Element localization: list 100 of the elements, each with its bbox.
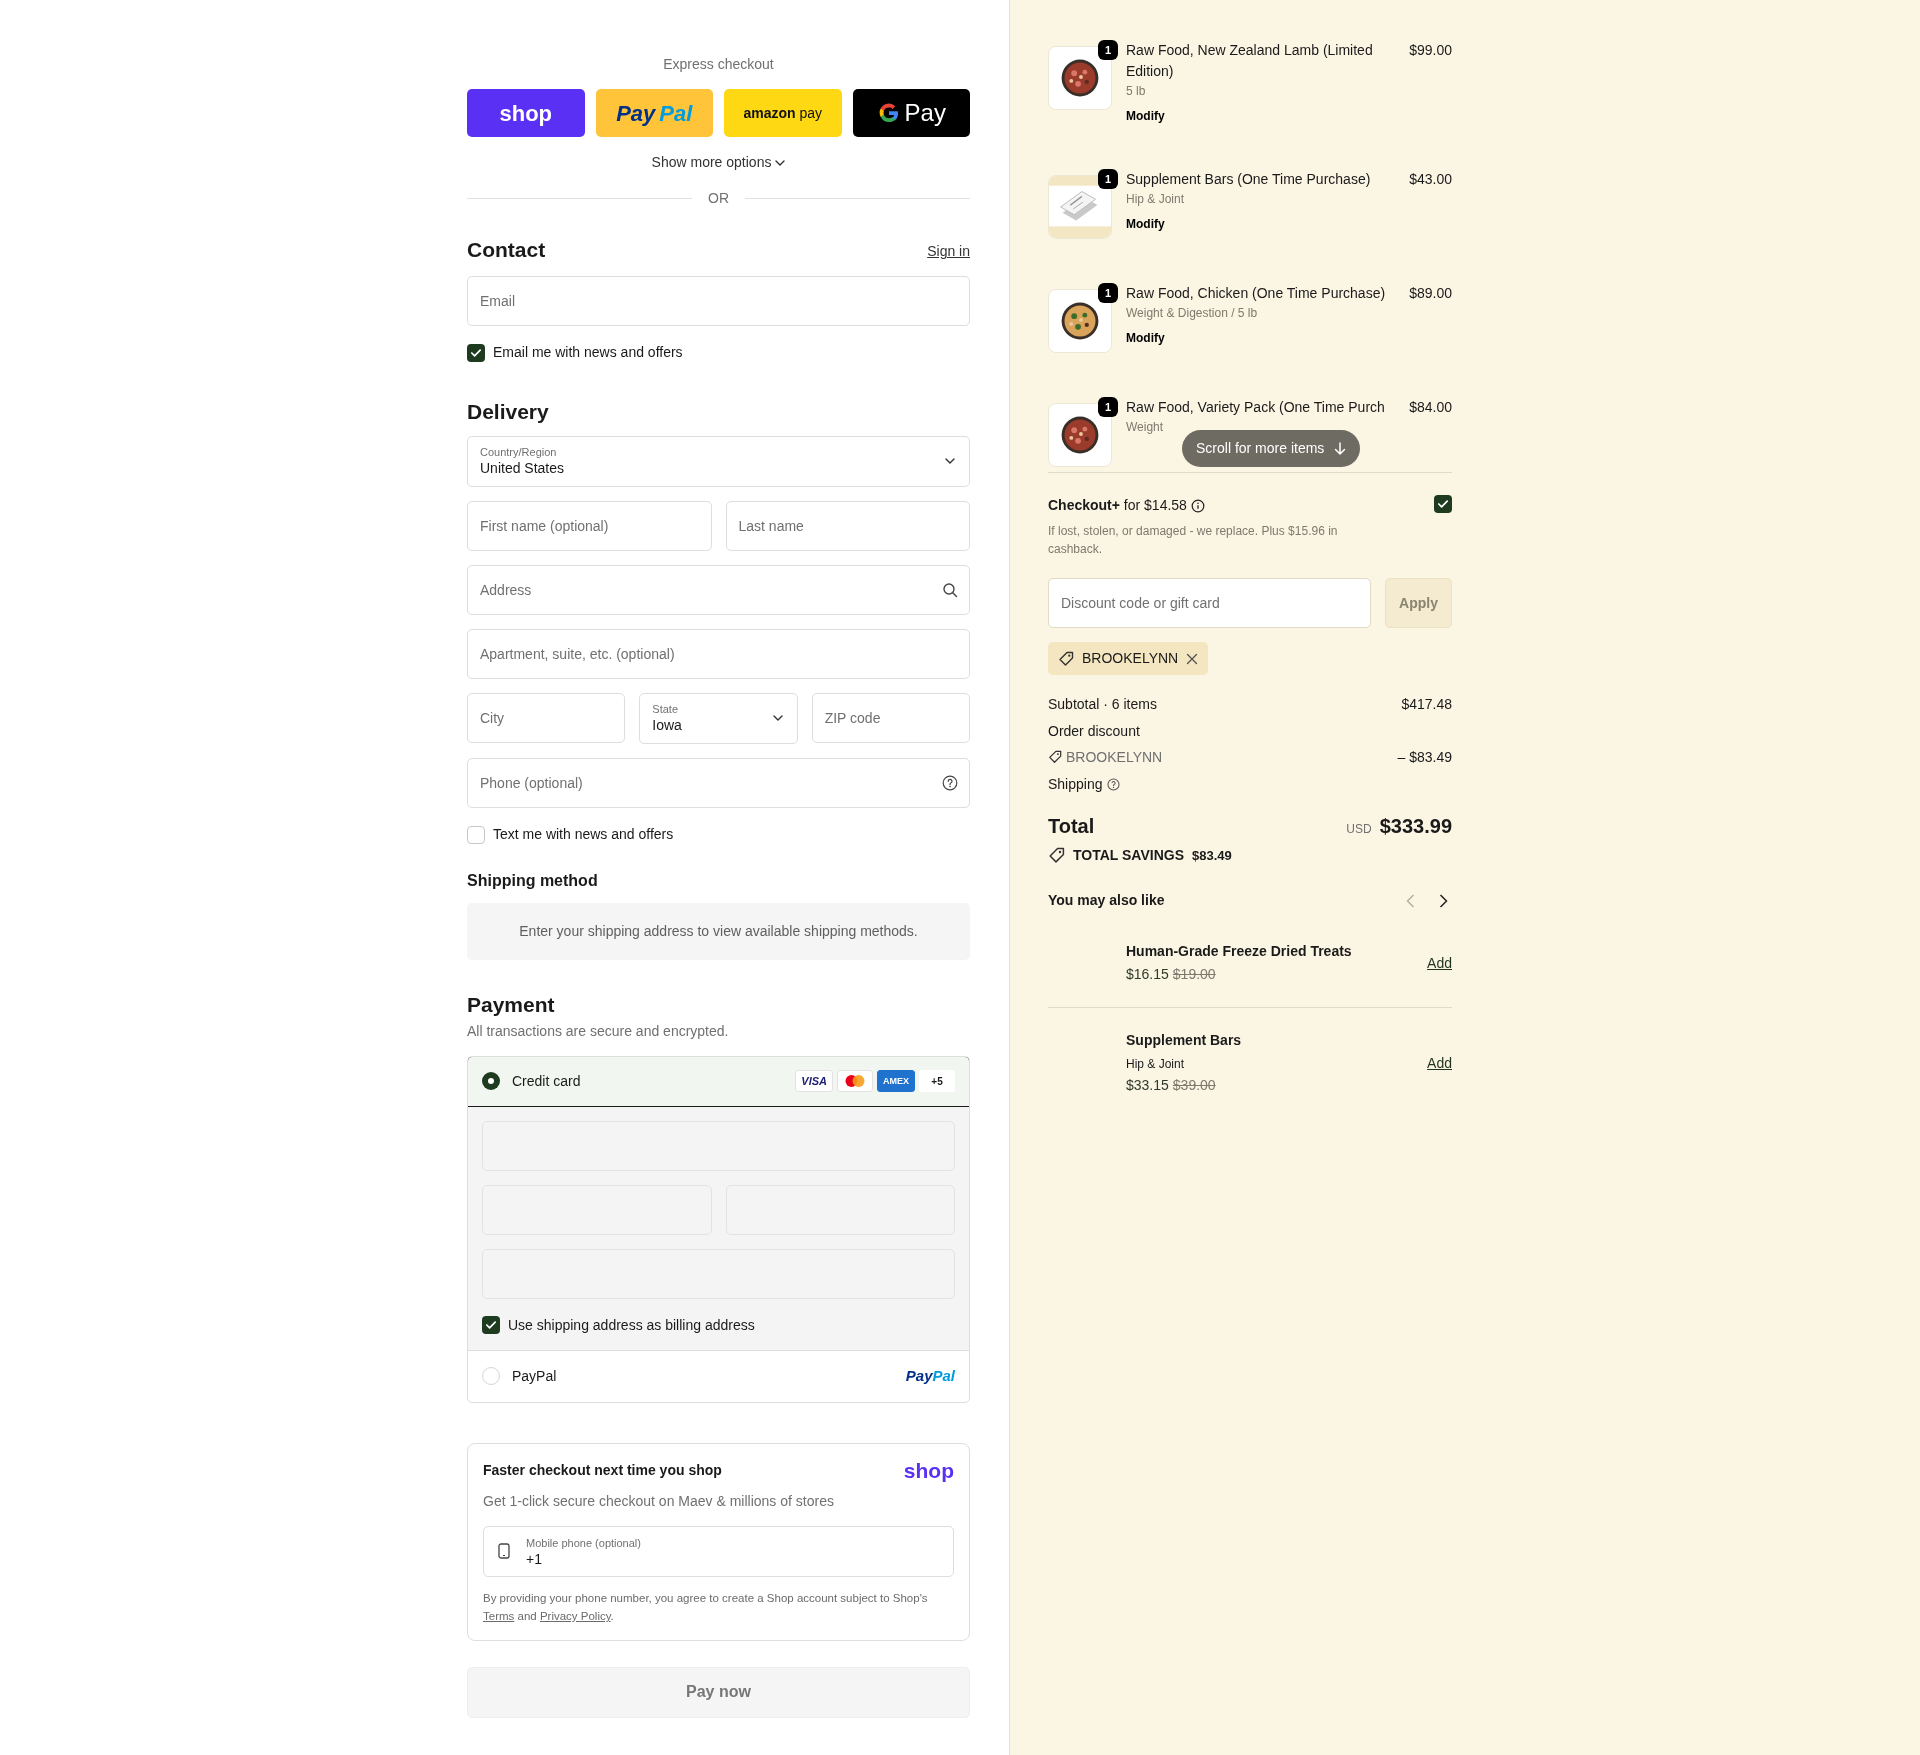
input-field[interactable]: Address (467, 565, 970, 616)
paypal-logo: PayPal (905, 1366, 955, 1386)
radio-label: PayPal (512, 1366, 558, 1386)
section-label: Express checkout (662, 55, 775, 74)
product-price: $16.15 (1126, 965, 1169, 985)
total-label: Total (1048, 814, 1095, 840)
amazon-pay-button[interactable]: amazon pay (724, 89, 842, 137)
radio-button[interactable] (482, 1367, 500, 1386)
product-variant: Weight (1126, 419, 1165, 437)
checkbox[interactable] (467, 343, 485, 362)
section-title: Shipping method (467, 871, 599, 891)
checkbox[interactable] (482, 1316, 500, 1335)
tag-icon (1048, 750, 1062, 765)
product-price: $43.00 (1409, 170, 1452, 190)
input-field[interactable]: First name (optional) (467, 501, 712, 552)
product-variant: Weight & Digestion / 5 lb (1126, 305, 1259, 323)
help-icon (1106, 777, 1120, 791)
add-link[interactable]: Add (1427, 952, 1452, 974)
summary-value: $417.48 (1401, 695, 1452, 714)
checkmark-icon (1436, 497, 1450, 511)
compare-price: $39.00 (1172, 1076, 1216, 1096)
divider-label: OR (708, 189, 729, 208)
input-field[interactable]: City (467, 693, 626, 744)
radio-label: Credit card (512, 1071, 582, 1091)
card-brand-icon: AMEX (877, 1070, 915, 1093)
product-price: $89.00 (1409, 284, 1452, 304)
modify-link[interactable]: Modify (1126, 215, 1165, 234)
input-field[interactable]: Phone (optional) (467, 758, 970, 809)
email-field[interactable]: Email (467, 276, 970, 327)
input-field[interactable]: Apartment, suite, etc. (optional) (467, 629, 970, 680)
modify-link[interactable]: Modify (1126, 107, 1165, 126)
privacy-policy-link[interactable]: Privacy Policy (539, 1610, 611, 1623)
product-price: $99.00 (1409, 41, 1452, 60)
section-title: Payment (467, 991, 556, 1017)
info-message: Enter your shipping address to view available shipping methods. (467, 902, 970, 960)
checkbox-label: Use shipping address as billing address (508, 1315, 755, 1335)
section-title: Contact (467, 237, 546, 263)
sign-in-link[interactable]: Sign in (927, 241, 970, 263)
shop-pay-button[interactable]: shop (467, 89, 585, 137)
total-amount: $333.99 (1379, 814, 1452, 840)
savings-amount: $83.49 (1192, 847, 1232, 866)
product-title: Human-Grade Freeze Dried Treats (1126, 942, 1352, 962)
scroll-hint-button[interactable]: Scroll for more items (1182, 430, 1361, 467)
checkbox[interactable] (1434, 495, 1452, 513)
product-title: Supplement Bars (1126, 1031, 1242, 1051)
mobile-phone-icon (498, 1543, 510, 1560)
paypal-button[interactable]: PayPal (595, 89, 713, 137)
checkout-plus-description: If lost, stolen, or damaged - we replace. Plus $15.96 in cashback. (1048, 523, 1339, 558)
product-title: Supplement Bars (One Time Purchase) (1126, 170, 1372, 190)
savings-label: TOTAL SAVINGS (1073, 846, 1184, 866)
input-field[interactable]: Last name (725, 501, 970, 552)
currency-code: USD (1346, 821, 1372, 839)
quantity-badge: 1 (1098, 40, 1118, 60)
checkbox-label: Text me with news and offers (493, 825, 674, 845)
tag-icon (1058, 650, 1074, 667)
quantity-badge: 1 (1098, 283, 1118, 304)
dropdown[interactable]: State Iowa (639, 693, 798, 745)
chevron-down-icon (775, 159, 786, 166)
product-variant: Hip & Joint (1126, 1056, 1186, 1074)
radio-button[interactable] (482, 1072, 500, 1091)
remove-icon[interactable] (1186, 652, 1199, 665)
summary-value: – $83.49 (1397, 748, 1452, 768)
terms-link[interactable]: Terms (483, 1610, 515, 1623)
info-icon (1190, 498, 1205, 513)
show-more-link[interactable]: Show more options (650, 151, 787, 174)
product-variant: 5 lb (1126, 83, 1147, 100)
product-variant: Hip & Joint (1126, 191, 1186, 209)
section-title: Delivery (467, 399, 550, 425)
add-link[interactable]: Add (1427, 1052, 1452, 1074)
chevron-down-icon (772, 715, 783, 722)
card-brand-icon: VISA (795, 1070, 833, 1093)
dropdown[interactable]: Country/Region United States (467, 436, 970, 488)
chevron-down-icon (945, 458, 955, 465)
compare-price: $19.00 (1172, 965, 1216, 985)
section-subtitle: All transactions are secure and encrypted. (467, 1021, 730, 1041)
summary-label: Shipping (1048, 774, 1103, 794)
google-pay-button[interactable]: Pay (852, 89, 970, 137)
product-title: Raw Food, Variety Pack (One Time Purch (1126, 398, 1386, 418)
input-field[interactable]: ZIP code (811, 693, 970, 744)
section-title: You may also like (1048, 891, 1165, 911)
summary-label: Subtotal · 6 items (1048, 695, 1157, 714)
checkout-plus-title: Checkout+ for $14.58 (1048, 496, 1187, 515)
phone-field[interactable]: Mobile phone (optional) +1 (483, 1525, 954, 1577)
arrow-down-icon (1334, 441, 1347, 456)
discount-code: BROOKELYNN (1066, 748, 1163, 768)
card-title: Faster checkout next time you shop (483, 1460, 722, 1480)
legal-text: By providing your phone number, you agree to create a Shop account subject to Shop's Terms and Privacy Policy. (483, 1590, 929, 1625)
summary-label: Order discount (1048, 721, 1140, 741)
card-subtitle: Get 1-click secure checkout on Maev & millions of stores (483, 1491, 835, 1511)
product-price: $33.15 (1126, 1076, 1169, 1096)
checkbox[interactable] (467, 825, 485, 844)
discount-tag: BROOKELYNN (1048, 642, 1209, 675)
tags-icon (1048, 847, 1065, 865)
more-brands-count: +5 (919, 1070, 955, 1093)
quantity-badge: 1 (1098, 397, 1118, 418)
help-icon (942, 775, 958, 792)
quantity-badge: 1 (1098, 169, 1118, 190)
discount-field[interactable]: Discount code or gift card (1048, 578, 1371, 628)
shop-logo: shop (903, 1459, 954, 1481)
modify-link[interactable]: Modify (1126, 329, 1165, 348)
